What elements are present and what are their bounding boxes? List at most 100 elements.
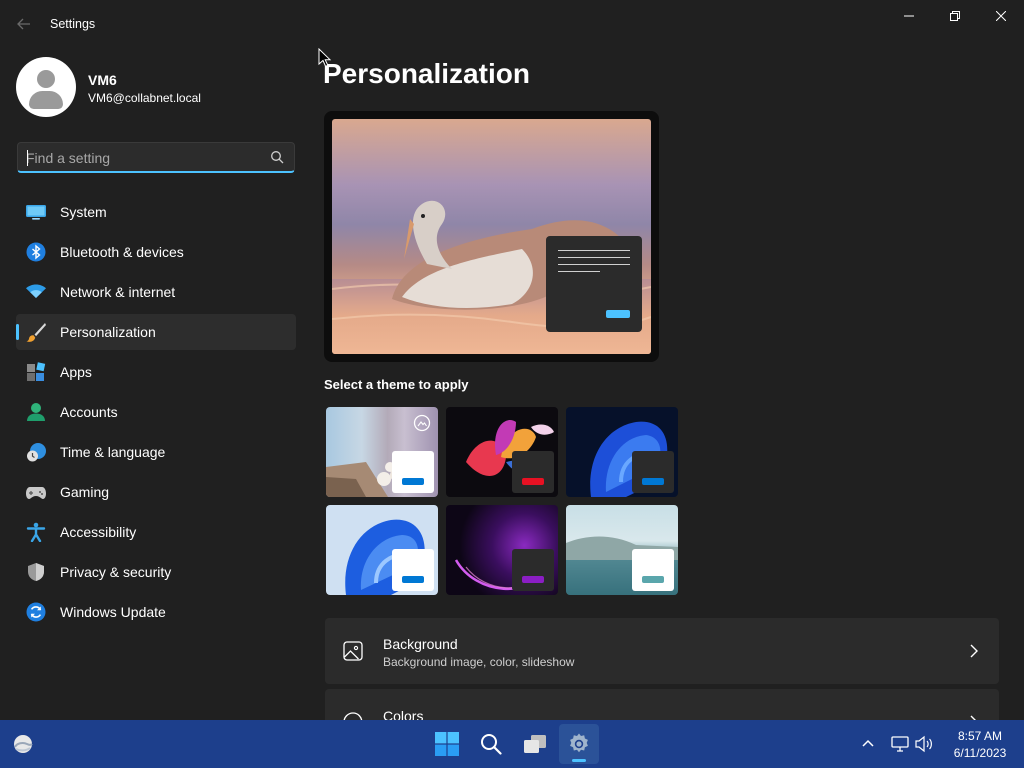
theme-tile-2[interactable] bbox=[446, 407, 558, 497]
show-hidden-icons-button[interactable] bbox=[858, 734, 878, 759]
person-icon bbox=[27, 403, 45, 421]
apps-icon bbox=[27, 362, 46, 381]
taskbar-search-button[interactable] bbox=[471, 724, 511, 764]
search-input[interactable] bbox=[26, 148, 266, 168]
sidebar-item-label: Windows Update bbox=[60, 604, 166, 620]
sidebar-item-label: Apps bbox=[60, 364, 92, 380]
bluetooth-icon bbox=[26, 242, 46, 262]
user-name: VM6 bbox=[88, 72, 117, 88]
back-button[interactable] bbox=[10, 12, 38, 36]
colors-setting-card[interactable]: Colors bbox=[325, 689, 999, 720]
paintbrush-icon bbox=[26, 323, 46, 342]
sidebar-item-label: Accounts bbox=[60, 404, 118, 420]
preview-text-line bbox=[558, 264, 630, 265]
sidebar-item-apps[interactable]: Apps bbox=[16, 354, 296, 390]
widgets-button[interactable] bbox=[3, 724, 43, 764]
sidebar-item-personalization[interactable]: Personalization bbox=[16, 314, 296, 350]
volume-icon bbox=[915, 735, 932, 753]
image-icon bbox=[343, 641, 363, 661]
sidebar-item-label: Time & language bbox=[60, 444, 166, 460]
minimize-icon bbox=[904, 15, 914, 17]
card-title: Colors bbox=[383, 708, 424, 720]
sidebar-item-gaming[interactable]: Gaming bbox=[16, 474, 296, 510]
title-bar: Settings bbox=[0, 0, 1024, 48]
sidebar-item-label: Accessibility bbox=[60, 524, 137, 540]
theme-accent-bar bbox=[522, 576, 544, 583]
sidebar-item-accounts[interactable]: Accounts bbox=[16, 394, 296, 430]
wifi-icon bbox=[26, 284, 46, 298]
sidebar-nav: System Bluetooth & devices Network & int… bbox=[16, 194, 296, 634]
task-view-icon bbox=[524, 735, 546, 753]
theme-tile-3[interactable] bbox=[566, 407, 678, 497]
search-icon[interactable] bbox=[270, 150, 284, 164]
theme-tile-6[interactable] bbox=[566, 505, 678, 595]
theme-card bbox=[512, 451, 554, 493]
clock-date: 6/11/2023 bbox=[953, 746, 1007, 760]
theme-tile-1[interactable] bbox=[326, 407, 438, 497]
sidebar-item-system[interactable]: System bbox=[16, 194, 296, 230]
chevron-right-icon bbox=[970, 644, 978, 658]
sidebar-item-label: System bbox=[60, 204, 107, 220]
theme-accent-bar bbox=[642, 478, 664, 485]
clock-time: 8:57 AM bbox=[957, 729, 1003, 743]
theme-card bbox=[392, 549, 434, 591]
close-icon bbox=[996, 11, 1006, 21]
theme-tile-4[interactable] bbox=[326, 505, 438, 595]
arrow-left-icon bbox=[17, 18, 30, 30]
theme-card bbox=[632, 451, 674, 493]
theme-accent-bar bbox=[402, 576, 424, 583]
volume-tray-button[interactable] bbox=[914, 734, 934, 759]
sidebar-item-label: Bluetooth & devices bbox=[60, 244, 184, 260]
mouse-cursor-icon bbox=[318, 48, 332, 67]
start-icon bbox=[435, 732, 459, 756]
avatar-head-shape bbox=[37, 70, 55, 88]
search-box[interactable] bbox=[17, 142, 295, 173]
palette-icon bbox=[343, 712, 363, 720]
background-setting-card[interactable]: Background Background image, color, slid… bbox=[325, 618, 999, 684]
card-title: Background bbox=[383, 636, 458, 652]
sidebar-item-bluetooth[interactable]: Bluetooth & devices bbox=[16, 234, 296, 270]
avatar[interactable] bbox=[16, 57, 76, 117]
restore-icon bbox=[950, 11, 960, 21]
text-caret bbox=[27, 150, 28, 166]
theme-accent-bar bbox=[642, 576, 664, 583]
theme-accent-bar bbox=[402, 478, 424, 485]
settings-icon bbox=[570, 733, 588, 753]
page-title: Personalization bbox=[323, 58, 530, 89]
settings-window: Settings VM6 VM6@collabnet.local System … bbox=[0, 0, 1024, 720]
widgets-icon bbox=[14, 735, 33, 753]
clock-globe-icon bbox=[27, 443, 46, 462]
close-button[interactable] bbox=[978, 0, 1024, 32]
theme-card bbox=[512, 549, 554, 591]
settings-taskbar-button[interactable] bbox=[559, 724, 599, 764]
preview-text-line bbox=[558, 271, 600, 272]
network-tray-button[interactable] bbox=[890, 734, 910, 759]
sidebar-item-label: Privacy & security bbox=[60, 564, 172, 580]
sidebar-item-time-language[interactable]: Time & language bbox=[16, 434, 296, 470]
preview-accent-button bbox=[606, 310, 630, 318]
task-view-button[interactable] bbox=[515, 724, 555, 764]
taskbar: 8:57 AM 6/11/2023 bbox=[0, 720, 1024, 768]
preview-text-line bbox=[558, 250, 630, 251]
app-title: Settings bbox=[50, 17, 96, 31]
sidebar-item-network[interactable]: Network & internet bbox=[16, 274, 296, 310]
restore-button[interactable] bbox=[932, 0, 978, 32]
sidebar-item-windows-update[interactable]: Windows Update bbox=[16, 594, 296, 630]
gamepad-icon bbox=[26, 487, 46, 499]
theme-tile-5[interactable] bbox=[446, 505, 558, 595]
preview-text-line bbox=[558, 257, 630, 258]
accessibility-icon bbox=[26, 522, 46, 542]
shield-icon bbox=[28, 563, 44, 581]
theme-card bbox=[632, 549, 674, 591]
avatar-body-shape bbox=[29, 91, 63, 109]
minimize-button[interactable] bbox=[886, 0, 932, 32]
sidebar-item-accessibility[interactable]: Accessibility bbox=[16, 514, 296, 550]
start-button[interactable] bbox=[427, 724, 467, 764]
sidebar-item-privacy[interactable]: Privacy & security bbox=[16, 554, 296, 590]
slideshow-icon bbox=[413, 414, 431, 432]
monitor-icon bbox=[26, 205, 46, 220]
sidebar-item-label: Personalization bbox=[60, 324, 156, 340]
theme-accent-bar bbox=[522, 478, 544, 485]
network-icon bbox=[891, 736, 909, 752]
theme-section-label: Select a theme to apply bbox=[324, 377, 469, 392]
